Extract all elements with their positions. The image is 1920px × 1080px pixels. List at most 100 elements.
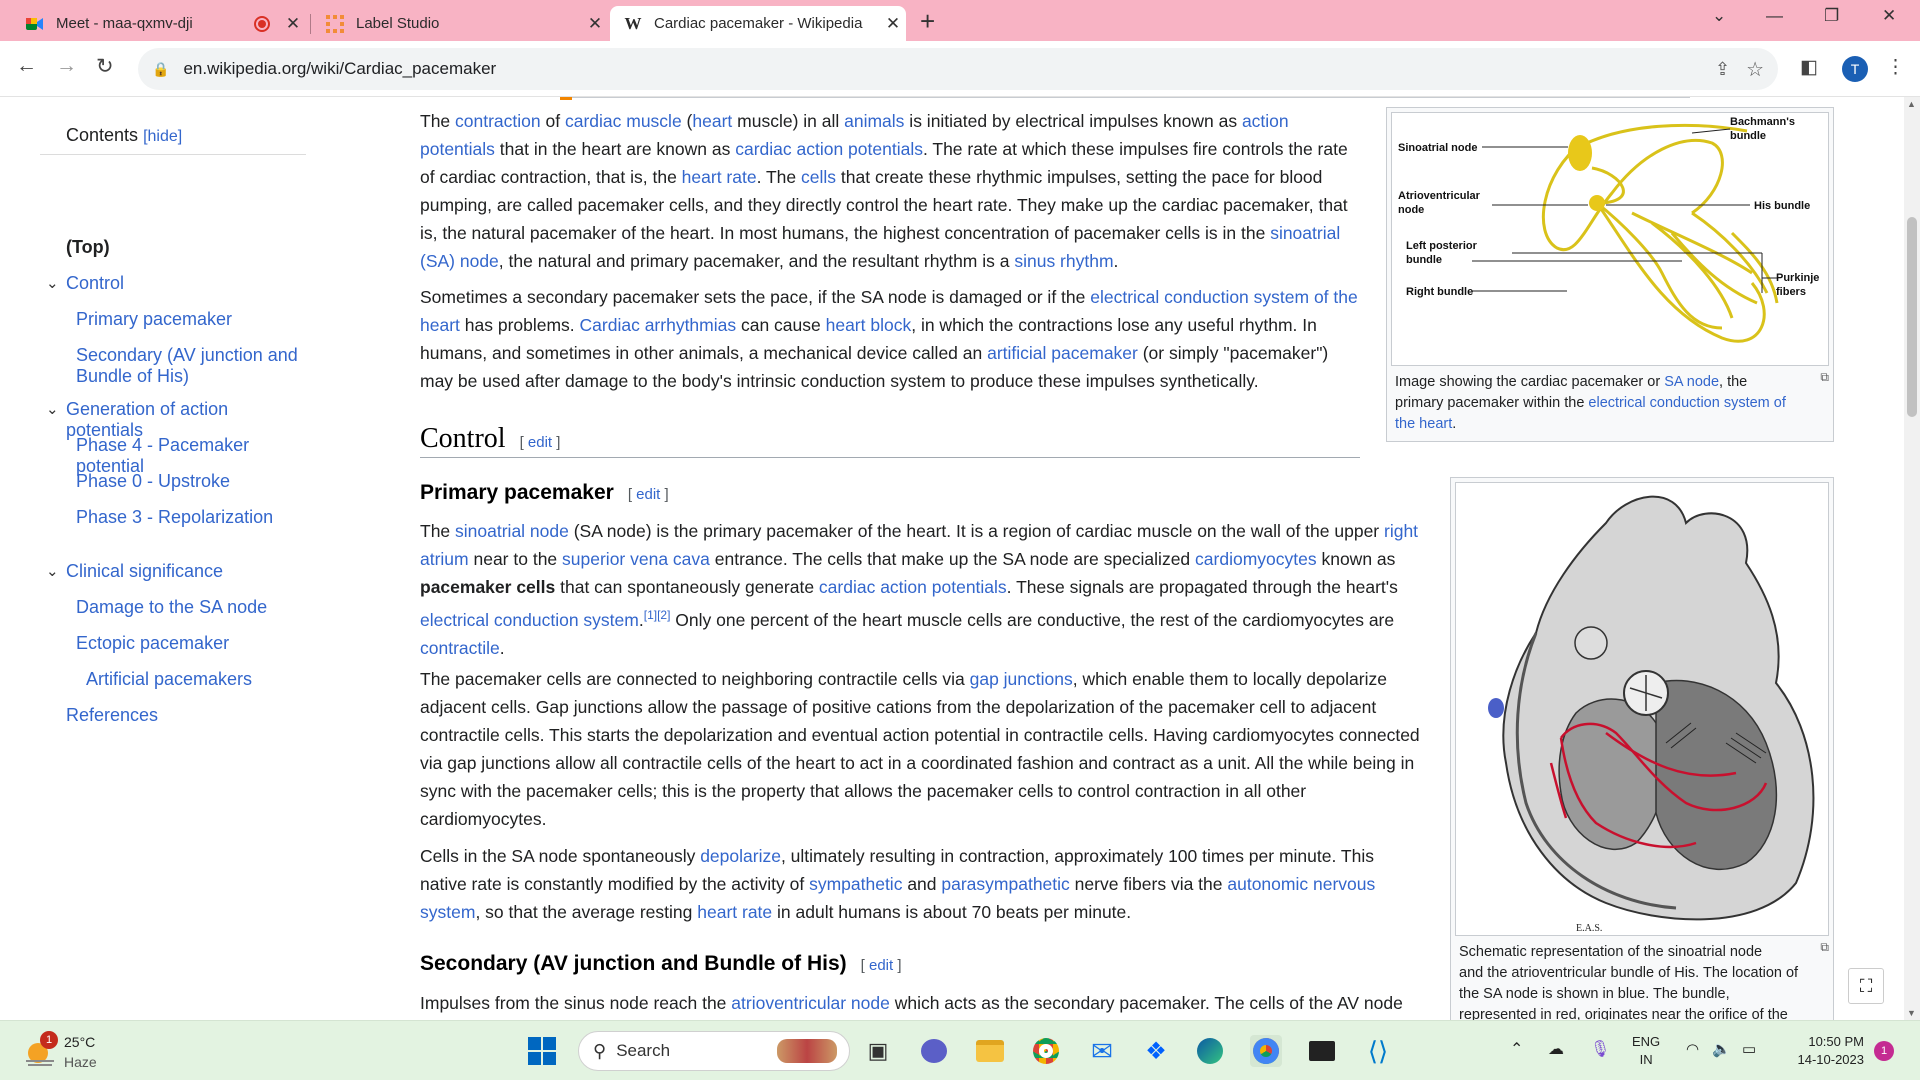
wiki-link[interactable]: electrical conduction system of (1588, 395, 1785, 411)
wiki-link[interactable]: superior vena cava (562, 549, 710, 569)
teams-chat-icon[interactable] (918, 1035, 950, 1067)
wiki-link[interactable]: heart block (826, 315, 912, 335)
wiki-link[interactable]: autonomic nervous (1227, 874, 1375, 894)
toc-item[interactable]: ⌄ Clinical significance (46, 561, 306, 582)
wifi-icon[interactable]: ◠ (1686, 1041, 1699, 1059)
wiki-link[interactable]: cardiac action potentials (735, 139, 923, 159)
wiki-link[interactable]: action (1242, 111, 1289, 131)
conduction-diagram-image[interactable]: Sinoatrial node Bachmann's bundle Atriove… (1391, 112, 1829, 366)
chevron-down-icon[interactable]: ⌄ (46, 399, 59, 420)
mail-icon[interactable]: ✉ (1086, 1035, 1118, 1067)
wiki-link[interactable]: artificial pacemaker (987, 343, 1138, 363)
profile-avatar[interactable]: T (1842, 56, 1868, 82)
wiki-link[interactable]: cells (801, 167, 836, 187)
new-tab-button[interactable]: + (920, 6, 935, 37)
side-panel-icon[interactable]: ◧ (1800, 56, 1818, 79)
edit-link[interactable]: edit (528, 434, 552, 451)
wiki-link[interactable]: heart rate (682, 167, 757, 187)
language-indicator[interactable]: ENG IN (1632, 1033, 1660, 1069)
enlarge-icon[interactable]: ⧉ (1820, 940, 1829, 955)
wiki-link[interactable]: right (1384, 521, 1418, 541)
toc-item[interactable]: Primary pacemaker (76, 309, 316, 330)
back-button[interactable]: ← (16, 54, 37, 78)
edit-link[interactable]: edit (869, 957, 893, 974)
microphone-icon[interactable]: 🎙 (1590, 1041, 1610, 1059)
wiki-link[interactable]: electrical conduction system of the (1090, 287, 1358, 307)
toc-item[interactable]: References (66, 705, 306, 726)
terminal-icon[interactable] (1306, 1035, 1338, 1067)
wiki-link[interactable]: cardiac muscle (565, 111, 682, 131)
windows-start-icon[interactable] (526, 1035, 558, 1067)
vscode-icon[interactable]: ⟨⟩ (1362, 1035, 1394, 1067)
wiki-link[interactable]: atrium (420, 549, 469, 569)
wiki-link[interactable]: system (420, 902, 475, 922)
wiki-link[interactable]: contraction (455, 111, 541, 131)
heart-schematic-image[interactable]: E.A.S. (1455, 482, 1829, 936)
tray-overflow-chevron-icon[interactable]: ⌃ (1510, 1041, 1523, 1059)
wiki-link[interactable]: sinoatrial (1270, 223, 1340, 243)
wiki-link[interactable]: heart rate (697, 902, 772, 922)
close-icon[interactable]: ✕ (280, 14, 306, 34)
close-icon[interactable]: ✕ (582, 14, 608, 34)
address-bar[interactable]: 🔒 en.wikipedia.org/wiki/Cardiac_pacemake… (138, 48, 1778, 90)
close-window-button[interactable]: ✕ (1882, 6, 1896, 26)
toc-item[interactable]: Ectopic pacemaker (76, 633, 316, 654)
wiki-link[interactable]: Cardiac arrhythmias (580, 315, 737, 335)
scroll-thumb[interactable] (1907, 217, 1917, 417)
onedrive-cloud-icon[interactable]: ☁ (1548, 1041, 1564, 1059)
chrome-profile-icon[interactable] (1030, 1035, 1062, 1067)
menu-kebab-icon[interactable]: ⋮ (1886, 56, 1905, 79)
battery-icon[interactable]: ▭ (1742, 1041, 1756, 1059)
wiki-link[interactable]: cardiomyocytes (1195, 549, 1317, 569)
minimize-button[interactable]: — (1766, 6, 1783, 26)
toc-item[interactable]: Secondary (AV junction and Bundle of His… (76, 345, 316, 387)
toc-item[interactable]: Artificial pacemakers (86, 669, 326, 690)
forward-button[interactable]: → (56, 54, 77, 78)
wiki-link[interactable]: potentials (420, 139, 495, 159)
file-explorer-icon[interactable] (974, 1035, 1006, 1067)
wiki-link[interactable]: depolarize (700, 846, 781, 866)
tab-label-studio[interactable]: Label Studio ✕ (312, 6, 608, 41)
restore-button[interactable]: ❐ (1824, 6, 1839, 26)
enlarge-icon[interactable]: ⧉ (1820, 370, 1829, 385)
wiki-link[interactable]: contractile (420, 638, 500, 658)
close-icon[interactable]: ✕ (880, 14, 906, 34)
toc-item[interactable]: ⌄ Control (46, 273, 306, 294)
reload-button[interactable]: ↻ (96, 54, 114, 79)
wiki-link[interactable]: SA node (1664, 374, 1719, 390)
citation-link[interactable]: [1][2] (644, 608, 671, 622)
wiki-link[interactable]: the heart (1395, 416, 1452, 432)
wiki-link[interactable]: atrioventricular node (731, 993, 890, 1013)
scroll-up-arrow-icon[interactable]: ▲ (1907, 99, 1916, 109)
wiki-link[interactable]: sinus rhythm (1014, 251, 1113, 271)
wiki-link[interactable]: animals (844, 111, 904, 131)
wiki-link[interactable]: electrical conduction system (420, 610, 639, 630)
wiki-link[interactable]: heart (420, 315, 460, 335)
wiki-link[interactable]: heart (692, 111, 732, 131)
page-scrollbar[interactable]: ▲ ▼ (1904, 97, 1920, 1020)
toc-item[interactable]: Damage to the SA node (76, 597, 316, 618)
weather-widget[interactable]: 1 (22, 1031, 58, 1069)
fullscreen-icon[interactable]: ⛶ (1848, 968, 1884, 1004)
toc-hide-link[interactable]: [hide] (143, 128, 182, 145)
notification-badge[interactable]: 1 (1874, 1041, 1894, 1061)
wiki-link[interactable]: gap junctions (970, 669, 1073, 689)
share-icon[interactable]: ⇪ (1715, 59, 1730, 80)
wiki-link[interactable]: (SA) node (420, 251, 499, 271)
dropbox-icon[interactable]: ❖ (1140, 1035, 1172, 1067)
bookmark-star-icon[interactable]: ☆ (1746, 57, 1764, 82)
chrome-active-icon[interactable] (1250, 1035, 1282, 1067)
toc-item[interactable]: Phase 3 - Repolarization (76, 507, 316, 528)
clock[interactable]: 10:50 PM 14-10-2023 (1780, 1033, 1865, 1069)
taskbar-search[interactable]: ⚲ Search (578, 1031, 850, 1071)
wiki-link[interactable]: cardiac action potentials (819, 577, 1007, 597)
toc-item[interactable]: (Top) (66, 237, 306, 258)
wiki-link[interactable]: sinoatrial node (455, 521, 569, 541)
tab-wikipedia[interactable]: W Cardiac pacemaker - Wikipedia ✕ (610, 6, 906, 41)
chevron-down-icon[interactable]: ⌄ (46, 561, 59, 582)
edit-link[interactable]: edit (636, 486, 660, 503)
toc-item[interactable]: Phase 0 - Upstroke (76, 471, 316, 492)
edge-icon[interactable] (1194, 1035, 1226, 1067)
task-view-icon[interactable]: ▣ (862, 1035, 894, 1067)
tab-search-chevron-icon[interactable]: ⌄ (1712, 6, 1726, 26)
